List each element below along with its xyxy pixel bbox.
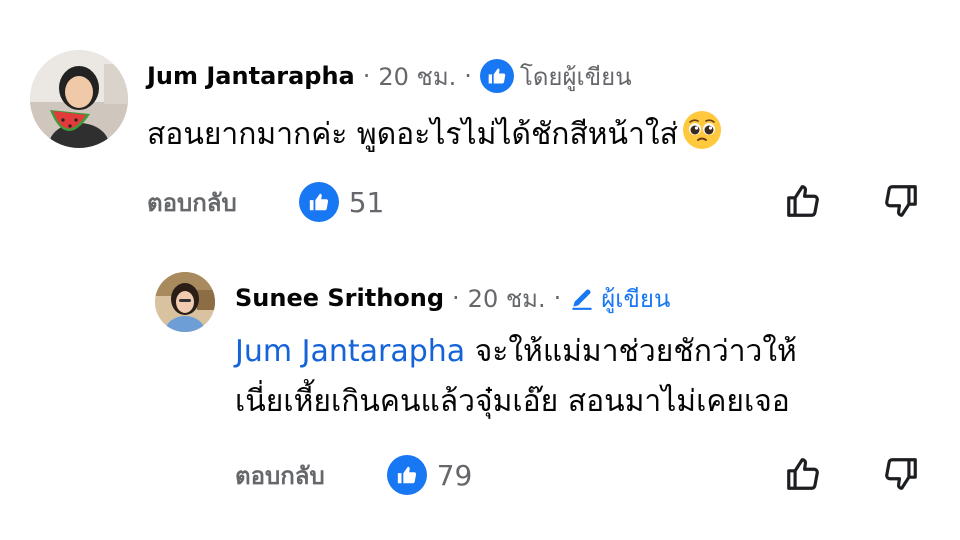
comment-body: Jum Jantarapha จะให้แม่มาช่วยชักว่าวให้ …	[235, 330, 797, 423]
comment-body: สอนยากมากค่ะ พูดอะไรไม่ได้ชักสีหน้าใส่	[147, 110, 722, 163]
comment-line: เนี่ยเหี้ยเกินคนแล้วจุ๋มเอ๊ย สอนมาไม่เคย…	[235, 380, 797, 424]
timestamp[interactable]: 20 ชม.	[378, 57, 456, 96]
thumbs-up-icon	[386, 455, 427, 495]
mention-link[interactable]: Jum Jantarapha	[235, 334, 465, 369]
reply-button[interactable]: ตอบกลับ	[147, 183, 237, 222]
comment-actions: ตอบกลับ 79	[235, 455, 472, 495]
separator: ·	[362, 62, 371, 90]
separator: ·	[553, 284, 562, 312]
author-tag-label: โดยผู้เขียน	[519, 62, 632, 91]
reaction-count: 79	[436, 458, 473, 492]
comment-text: เนี่ยเหี้ยเกินคนแล้วจุ๋มเอ๊ย สอนมาไม่เคย…	[235, 383, 790, 419]
pleading-face-icon	[682, 110, 722, 163]
thumbs-up-outline-icon	[787, 458, 819, 490]
avatar[interactable]	[30, 50, 128, 148]
comment-text: สอนยากมากค่ะ พูดอะไรไม่ได้ชักสีหน้าใส่	[147, 117, 678, 152]
comment-header: Sunee Srithong · 20 ชม. · ผู้เขียน	[235, 280, 670, 316]
reaction-summary[interactable]: 51	[298, 182, 385, 222]
upvote-button[interactable]	[783, 454, 823, 494]
downvote-button[interactable]	[881, 181, 921, 221]
thumbs-up-outline-icon	[787, 185, 819, 217]
comment-header: Jum Jantarapha · 20 ชม. · โดยผู้เขียน	[147, 58, 632, 94]
timestamp[interactable]: 20 ชม.	[468, 279, 546, 318]
thumbs-up-icon	[479, 59, 514, 93]
author-badge: ผู้เขียน	[569, 279, 670, 318]
author-liked-tag: โดยผู้เขียน	[479, 57, 632, 96]
comment-thread: Jum Jantarapha · 20 ชม. · โดยผู้เขียน สอ…	[0, 0, 960, 540]
author-name[interactable]: Jum Jantarapha	[147, 62, 355, 90]
upvote-button[interactable]	[783, 181, 823, 221]
comment-line: Jum Jantarapha จะให้แม่มาช่วยชักว่าวให้	[235, 330, 797, 374]
thumbs-down-outline-icon	[885, 185, 917, 217]
downvote-button[interactable]	[881, 454, 921, 494]
author-tag-label: ผู้เขียน	[601, 284, 671, 313]
thumbs-down-outline-icon	[885, 458, 917, 490]
thumbs-up-icon	[298, 182, 339, 222]
separator: ·	[464, 62, 472, 90]
pencil-icon	[569, 285, 595, 311]
comment-text: จะให้แม่มาช่วยชักว่าวให้	[465, 334, 797, 369]
avatar[interactable]	[155, 272, 215, 332]
reaction-summary[interactable]: 79	[386, 455, 473, 495]
separator: ·	[452, 284, 460, 312]
author-name[interactable]: Sunee Srithong	[235, 284, 444, 312]
reply-button[interactable]: ตอบกลับ	[235, 456, 325, 495]
reaction-count: 51	[348, 185, 385, 219]
comment-actions: ตอบกลับ 51	[147, 182, 384, 222]
